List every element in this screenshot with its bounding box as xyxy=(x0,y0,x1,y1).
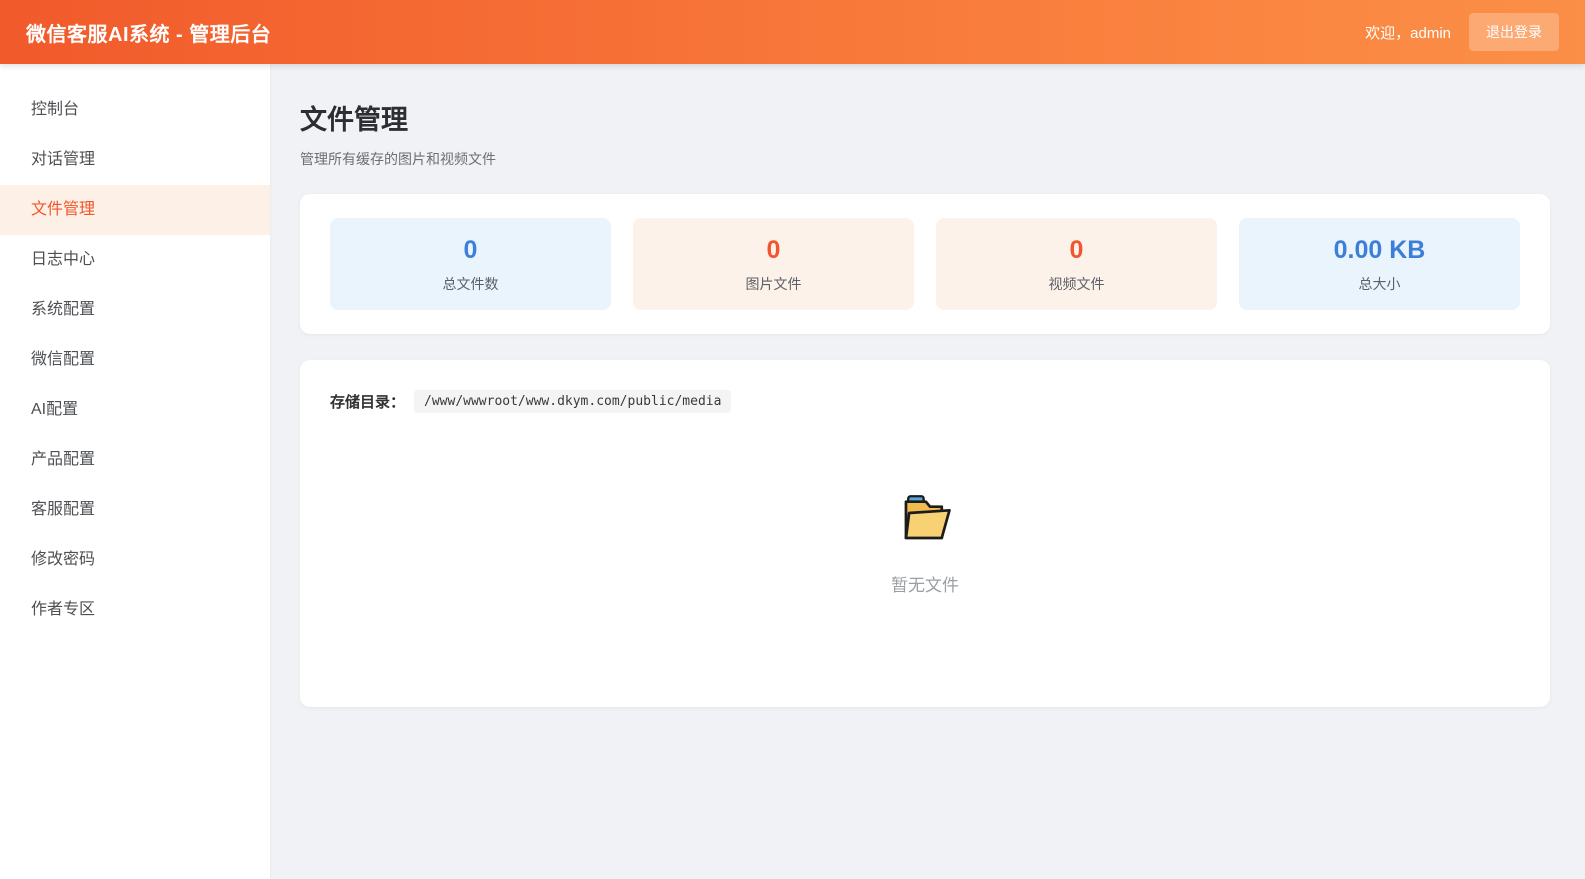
stat-value: 0 xyxy=(463,236,478,264)
stat-value: 0.00 KB xyxy=(1333,236,1426,264)
open-folder-icon xyxy=(904,495,951,540)
sidebar-item-dashboard[interactable]: 控制台 xyxy=(0,85,270,135)
stat-total-files: 0 总文件数 xyxy=(330,218,611,310)
storage-directory-path: /www/wwwroot/www.dkym.com/public/media xyxy=(414,390,732,413)
logout-button[interactable]: 退出登录 xyxy=(1469,13,1559,51)
sidebar-item-files[interactable]: 文件管理 xyxy=(0,185,270,235)
app-title: 微信客服AI系统 - 管理后台 xyxy=(26,23,272,46)
main-content: 文件管理 管理所有缓存的图片和视频文件 0 总文件数 0 图片文件 0 视频文件… xyxy=(270,64,1585,879)
sidebar-item-change-password[interactable]: 修改密码 xyxy=(0,535,270,585)
storage-directory-label: 存储目录： xyxy=(330,394,406,411)
stat-value: 0 xyxy=(1069,236,1084,264)
sidebar-item-logs[interactable]: 日志中心 xyxy=(0,235,270,285)
sidebar-item-ai-config[interactable]: AI配置 xyxy=(0,385,270,435)
page-subtitle: 管理所有缓存的图片和视频文件 xyxy=(300,151,496,167)
stat-label: 视频文件 xyxy=(1048,276,1105,292)
stat-label: 图片文件 xyxy=(745,276,802,292)
file-list-card: 存储目录： /www/wwwroot/www.dkym.com/public/m… xyxy=(300,360,1550,707)
top-header: 微信客服AI系统 - 管理后台 欢迎，admin 退出登录 xyxy=(0,0,1585,64)
stat-value: 0 xyxy=(766,236,781,264)
sidebar-item-conversations[interactable]: 对话管理 xyxy=(0,135,270,185)
layout: 控制台 对话管理 文件管理 日志中心 系统配置 微信配置 AI配置 产品配置 客… xyxy=(0,64,1585,879)
sidebar-nav: 控制台 对话管理 文件管理 日志中心 系统配置 微信配置 AI配置 产品配置 客… xyxy=(0,64,270,879)
stat-label: 总大小 xyxy=(1358,276,1401,292)
page-title: 文件管理 xyxy=(300,105,408,135)
empty-state-text: 暂无文件 xyxy=(891,576,959,595)
stat-image-files: 0 图片文件 xyxy=(633,218,914,310)
stat-label: 总文件数 xyxy=(442,276,499,292)
header-right: 欢迎，admin 退出登录 xyxy=(1365,13,1559,51)
storage-directory-row: 存储目录： /www/wwwroot/www.dkym.com/public/m… xyxy=(330,390,1520,413)
stat-total-size: 0.00 KB 总大小 xyxy=(1239,218,1520,310)
welcome-text: 欢迎，admin xyxy=(1365,24,1451,42)
stat-video-files: 0 视频文件 xyxy=(936,218,1217,310)
empty-state: 暂无文件 xyxy=(330,491,1520,596)
sidebar-item-system-config[interactable]: 系统配置 xyxy=(0,285,270,335)
sidebar-item-author-zone[interactable]: 作者专区 xyxy=(0,585,270,635)
sidebar-item-product-config[interactable]: 产品配置 xyxy=(0,435,270,485)
stats-card: 0 总文件数 0 图片文件 0 视频文件 0.00 KB 总大小 xyxy=(300,194,1550,334)
stats-grid: 0 总文件数 0 图片文件 0 视频文件 0.00 KB 总大小 xyxy=(330,218,1520,310)
sidebar-item-service-config[interactable]: 客服配置 xyxy=(0,485,270,535)
sidebar-item-wechat-config[interactable]: 微信配置 xyxy=(0,335,270,385)
